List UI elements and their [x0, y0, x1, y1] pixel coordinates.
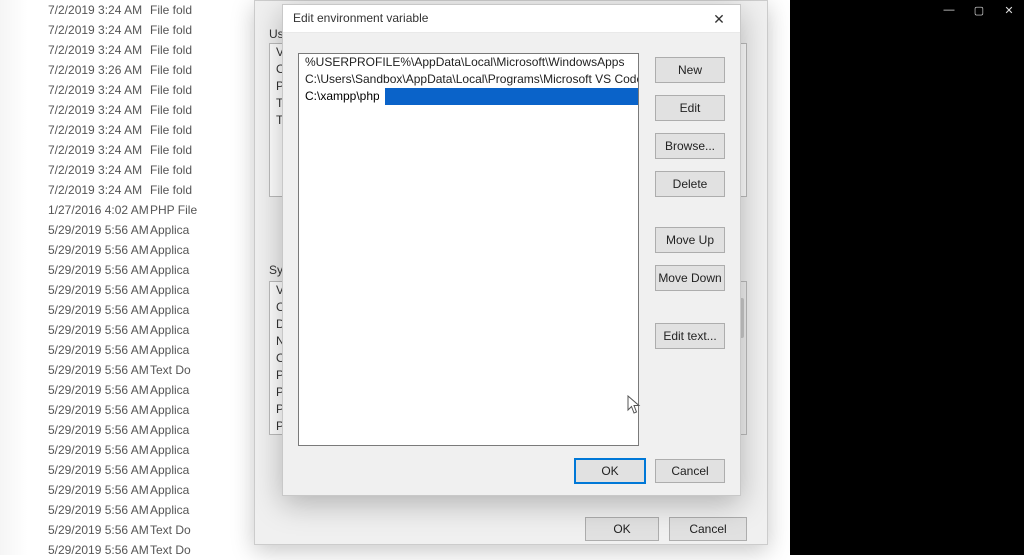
file-date: 7/2/2019 3:24 AM: [0, 43, 150, 57]
file-type: Applica: [150, 383, 240, 397]
file-date: 5/29/2019 5:56 AM: [0, 263, 150, 277]
file-date: 5/29/2019 5:56 AM: [0, 383, 150, 397]
close-icon: ✕: [713, 11, 725, 27]
file-date: 5/29/2019 5:56 AM: [0, 523, 150, 537]
file-date: 5/29/2019 5:56 AM: [0, 463, 150, 477]
file-type: Applica: [150, 463, 240, 477]
file-date: 7/2/2019 3:24 AM: [0, 183, 150, 197]
file-type: Applica: [150, 223, 240, 237]
env-ok-button[interactable]: OK: [585, 517, 659, 541]
dark-background: — ▢ ✕: [790, 0, 1024, 555]
new-button[interactable]: New: [655, 57, 725, 83]
file-type: File fold: [150, 83, 240, 97]
file-type: Applica: [150, 503, 240, 517]
file-type: Applica: [150, 403, 240, 417]
edit-button[interactable]: Edit: [655, 95, 725, 121]
close-window-button[interactable]: ✕: [994, 0, 1024, 20]
edit-text-button[interactable]: Edit text...: [655, 323, 725, 349]
path-entry-editing[interactable]: [299, 88, 638, 105]
file-date: 7/2/2019 3:24 AM: [0, 103, 150, 117]
file-type: Applica: [150, 343, 240, 357]
cancel-button[interactable]: Cancel: [655, 459, 725, 483]
file-date: 5/29/2019 5:56 AM: [0, 223, 150, 237]
file-type: Applica: [150, 283, 240, 297]
maximize-button[interactable]: ▢: [964, 0, 994, 20]
file-type: File fold: [150, 123, 240, 137]
file-type: PHP File: [150, 203, 240, 217]
ok-button[interactable]: OK: [575, 459, 645, 483]
file-date: 5/29/2019 5:56 AM: [0, 503, 150, 517]
file-date: 7/2/2019 3:24 AM: [0, 23, 150, 37]
file-type: Applica: [150, 263, 240, 277]
env-cancel-button[interactable]: Cancel: [669, 517, 747, 541]
file-date: 5/29/2019 5:56 AM: [0, 443, 150, 457]
file-date: 7/2/2019 3:24 AM: [0, 163, 150, 177]
minimize-button[interactable]: —: [934, 0, 964, 20]
path-entry[interactable]: C:\Users\Sandbox\AppData\Local\Programs\…: [299, 71, 638, 88]
browse-button[interactable]: Browse...: [655, 133, 725, 159]
file-date: 5/29/2019 5:56 AM: [0, 303, 150, 317]
file-date: 7/2/2019 3:24 AM: [0, 83, 150, 97]
file-date: 7/2/2019 3:24 AM: [0, 3, 150, 17]
file-type: Text Do: [150, 363, 240, 377]
file-date: 5/29/2019 5:56 AM: [0, 403, 150, 417]
file-type: File fold: [150, 103, 240, 117]
move-down-button[interactable]: Move Down: [655, 265, 725, 291]
file-type: Text Do: [150, 523, 240, 537]
file-date: 7/2/2019 3:24 AM: [0, 143, 150, 157]
file-date: 5/29/2019 5:56 AM: [0, 483, 150, 497]
file-type: Applica: [150, 323, 240, 337]
file-type: Applica: [150, 303, 240, 317]
file-type: Applica: [150, 443, 240, 457]
dialog-close-button[interactable]: ✕: [698, 5, 740, 33]
file-type: File fold: [150, 183, 240, 197]
file-type: Applica: [150, 243, 240, 257]
path-edit-input[interactable]: [299, 88, 385, 105]
file-date: 5/29/2019 5:56 AM: [0, 283, 150, 297]
path-entry[interactable]: %USERPROFILE%\AppData\Local\Microsoft\Wi…: [299, 54, 638, 71]
move-up-button[interactable]: Move Up: [655, 227, 725, 253]
file-type: File fold: [150, 23, 240, 37]
path-entries-list[interactable]: %USERPROFILE%\AppData\Local\Microsoft\Wi…: [298, 53, 639, 446]
window-controls: — ▢ ✕: [934, 0, 1024, 22]
file-date: 5/29/2019 5:56 AM: [0, 323, 150, 337]
delete-button[interactable]: Delete: [655, 171, 725, 197]
file-type: Applica: [150, 483, 240, 497]
dialog-title: Edit environment variable: [293, 11, 428, 25]
file-type: File fold: [150, 3, 240, 17]
selection-highlight: [385, 88, 638, 105]
file-date: 7/2/2019 3:24 AM: [0, 123, 150, 137]
file-type: Applica: [150, 423, 240, 437]
file-date: 7/2/2019 3:26 AM: [0, 63, 150, 77]
file-type: File fold: [150, 63, 240, 77]
file-date: 5/29/2019 5:56 AM: [0, 363, 150, 377]
file-date: 1/27/2016 4:02 AM: [0, 203, 150, 217]
file-date: 5/29/2019 5:56 AM: [0, 243, 150, 257]
file-type: File fold: [150, 163, 240, 177]
file-type: File fold: [150, 43, 240, 57]
edit-env-variable-dialog: Edit environment variable ✕ %USERPROFILE…: [282, 4, 741, 496]
file-date: 5/29/2019 5:56 AM: [0, 343, 150, 357]
dialog-titlebar[interactable]: Edit environment variable ✕: [283, 5, 740, 33]
file-date: 5/29/2019 5:56 AM: [0, 423, 150, 437]
file-type: File fold: [150, 143, 240, 157]
